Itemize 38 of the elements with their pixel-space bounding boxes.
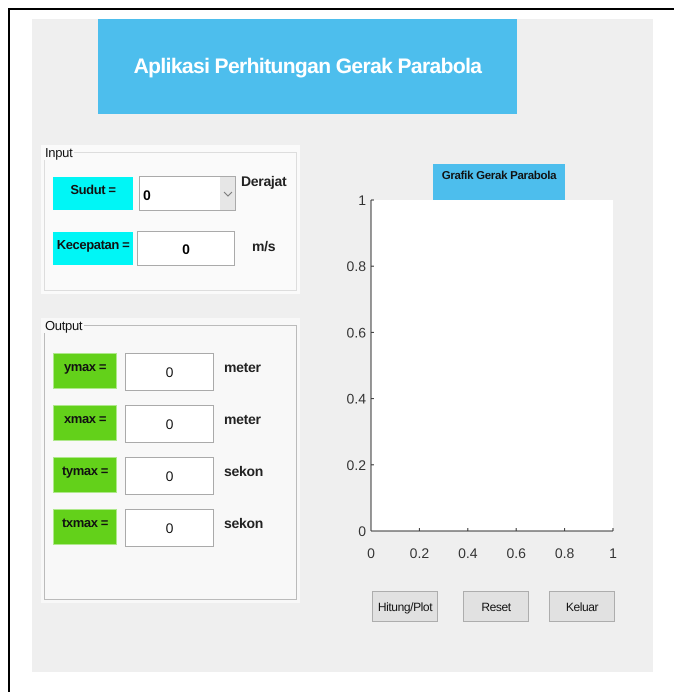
unit-label: sekon <box>224 515 263 531</box>
y-tick-label: 0.6 <box>346 324 366 340</box>
field-label: Kecepatan = <box>53 232 133 265</box>
chevron-down-icon <box>222 190 232 196</box>
unit-label: meter <box>224 411 261 427</box>
x-tick-label: 0.2 <box>410 545 430 561</box>
output-field[interactable]: 0 <box>125 405 214 443</box>
output-label: xmax = <box>53 405 117 441</box>
unit-label: meter <box>224 359 261 375</box>
action-button[interactable]: Reset <box>463 591 529 622</box>
x-tick-label: 0.6 <box>506 545 526 561</box>
app-title: Aplikasi Perhitungan Gerak Parabola <box>134 54 482 78</box>
y-tick-label: 0.8 <box>346 258 366 274</box>
output-label: tymax = <box>53 457 117 493</box>
y-tick-label: 0.2 <box>346 456 366 473</box>
unit-label: Derajat <box>241 173 286 189</box>
angle-dropdown[interactable]: 0 <box>139 176 236 211</box>
x-tick-label: 1 <box>609 545 617 561</box>
output-label: txmax = <box>53 509 117 545</box>
panel-legend: Output <box>45 318 82 333</box>
output-label: ymax = <box>53 353 117 389</box>
x-tick-label: 0.8 <box>554 545 574 561</box>
y-tick-label: 1 <box>358 192 366 208</box>
field-label: Sudut = <box>53 177 133 210</box>
unit-label: sekon <box>224 463 263 479</box>
y-tick-label: 0.4 <box>346 390 366 407</box>
output-field[interactable]: 0 <box>125 457 214 495</box>
output-field[interactable]: 0 <box>125 509 214 547</box>
unit-label: m/s <box>252 238 276 254</box>
panel-legend: Input <box>45 145 72 160</box>
chart-title: Grafik Gerak Parabola <box>442 170 556 182</box>
action-button[interactable]: Hitung/Plot <box>372 591 438 622</box>
x-tick-label: 0.4 <box>458 545 478 561</box>
output-field[interactable]: 0 <box>125 353 214 391</box>
x-tick-label: 0 <box>367 545 375 561</box>
y-tick-label: 0 <box>358 523 366 539</box>
action-button[interactable]: Keluar <box>549 591 615 622</box>
input-field[interactable]: 0 <box>137 231 235 266</box>
